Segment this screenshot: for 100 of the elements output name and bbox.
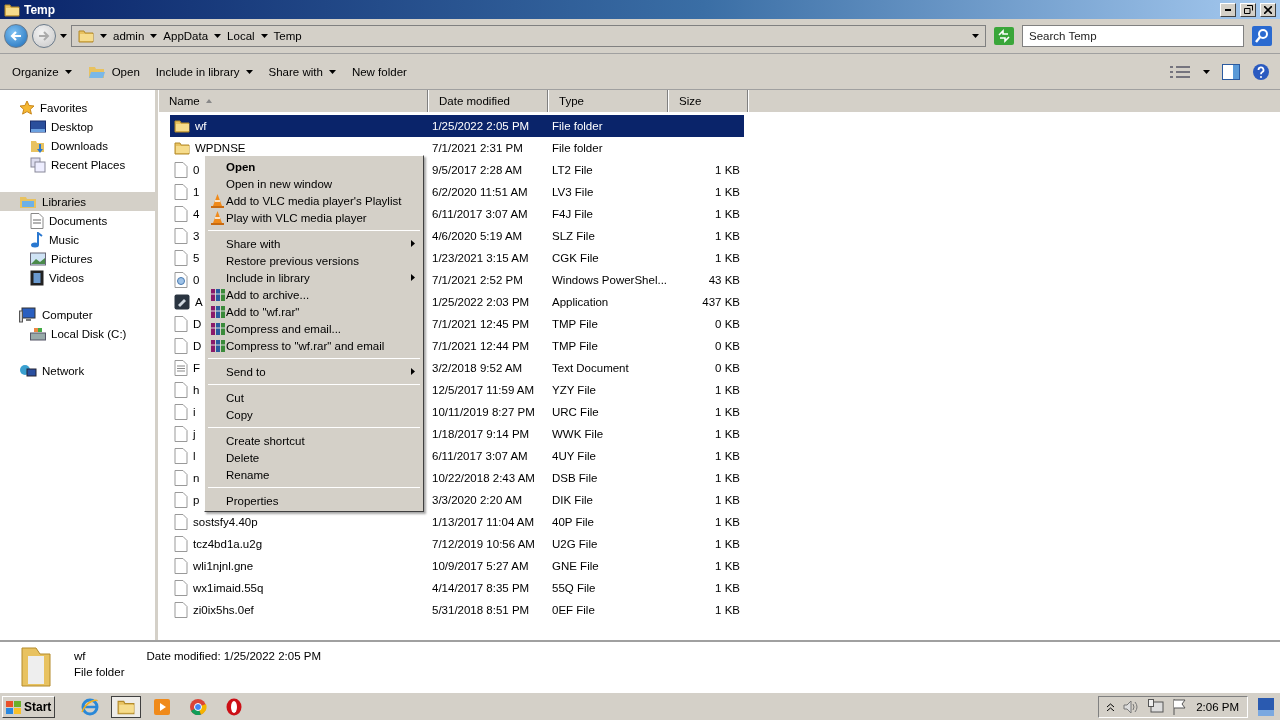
sidebar-item[interactable]: Music — [0, 230, 155, 249]
file-name[interactable]: zi0ix5hs.0ef — [193, 604, 254, 616]
desktop-icon — [30, 119, 46, 134]
sidebar-item[interactable]: Recent Places — [0, 155, 155, 174]
folder-icon — [174, 140, 190, 156]
minimize-button[interactable] — [1220, 2, 1236, 17]
sidebar-item[interactable]: Desktop — [0, 117, 155, 136]
file-name[interactable]: tcz4bd1a.u2g — [193, 538, 263, 550]
toolbar-button[interactable]: Share with — [262, 62, 342, 81]
menu-item[interactable]: Create shortcut — [207, 432, 421, 449]
file-name[interactable]: n — [193, 472, 200, 484]
toolbar-button[interactable]: New folder — [345, 62, 413, 81]
file-name[interactable]: 0 — [193, 164, 200, 176]
column-header[interactable]: Type — [548, 90, 668, 112]
menu-item[interactable]: Delete — [207, 449, 421, 466]
menu-item[interactable]: Compress and email... — [207, 320, 421, 337]
left-arrow-icon — [10, 30, 22, 42]
sidebar-item[interactable]: Documents — [0, 211, 155, 230]
breadcrumb[interactable]: admin — [113, 30, 145, 42]
file-name[interactable]: 3 — [193, 230, 200, 242]
file-icon — [174, 558, 188, 574]
toolbar-button[interactable]: Include in library — [149, 62, 259, 81]
type-cell-text: F4J File — [551, 208, 594, 220]
menu-item[interactable]: Compress to "wf.rar" and email — [207, 337, 421, 354]
file-name[interactable]: p — [193, 494, 200, 506]
network-icon — [1148, 698, 1165, 715]
sidebar-item[interactable]: Local Disk (C:) — [0, 324, 155, 343]
back-button[interactable] — [4, 24, 28, 48]
sidebar-item[interactable]: Pictures — [0, 249, 155, 268]
file-name[interactable]: D — [193, 318, 202, 330]
file-name[interactable]: 4 — [193, 208, 200, 220]
menu-item[interactable]: Add to archive... — [207, 286, 421, 303]
file-name[interactable]: wx1imaid.55q — [193, 582, 264, 594]
sidebar-item[interactable]: Network — [0, 361, 155, 380]
file-name[interactable]: wli1njnl.gne — [193, 560, 254, 572]
menu-item[interactable]: Copy — [207, 406, 421, 423]
sidebar-item[interactable]: Computer — [0, 305, 155, 324]
file-name[interactable]: j — [193, 428, 196, 440]
menu-item[interactable]: Play with VLC media player — [207, 209, 421, 226]
date-cell-text: 7/1/2021 2:31 PM — [431, 142, 524, 154]
file-icon — [174, 228, 188, 244]
close-button[interactable] — [1260, 2, 1276, 17]
type-cell-text: 0EF File — [551, 604, 596, 616]
address-bar[interactable]: admin AppData Local Temp — [71, 25, 986, 47]
file-name[interactable]: A — [195, 296, 203, 308]
file-name[interactable]: l — [193, 450, 196, 462]
file-name[interactable]: wf — [195, 120, 207, 132]
sidebar-item[interactable]: Libraries — [0, 192, 155, 211]
recent-places-icon — [30, 156, 46, 173]
column-header[interactable]: Size — [668, 90, 748, 112]
menu-item[interactable]: Properties — [207, 492, 421, 509]
toolbar-button[interactable]: Open — [81, 60, 146, 83]
taskbar-button[interactable] — [111, 695, 142, 718]
search-field[interactable]: Search Temp — [1022, 25, 1244, 47]
size-cell-text: 1 KB — [714, 252, 741, 264]
film-icon — [30, 269, 44, 286]
file-icon — [174, 316, 188, 332]
menu-item[interactable]: Restore previous versions — [207, 252, 421, 269]
document-icon — [30, 212, 44, 229]
file-name[interactable]: F — [193, 362, 201, 374]
file-name[interactable]: 1 — [193, 186, 200, 198]
submenu-arrow-icon — [411, 368, 415, 375]
menu-item[interactable]: Share with — [207, 235, 421, 252]
file-name[interactable]: D — [193, 340, 202, 352]
breadcrumb[interactable]: Local — [227, 30, 255, 42]
column-header[interactable]: Date modified — [428, 90, 548, 112]
type-cell-text: LV3 File — [551, 186, 595, 198]
sidebar-item[interactable]: Downloads — [0, 136, 155, 155]
file-name[interactable]: 5 — [193, 252, 200, 264]
menu-item[interactable]: Add to "wf.rar" — [207, 303, 421, 320]
file-icon — [174, 162, 188, 178]
file-name[interactable]: sostsfy4.40p — [193, 516, 258, 528]
size-cell-text: 1 KB — [714, 516, 741, 528]
selected-type: File folder — [74, 666, 125, 678]
date-cell-text: 3/3/2020 2:20 AM — [431, 494, 524, 506]
breadcrumb[interactable]: Temp — [273, 30, 302, 42]
forward-button[interactable] — [32, 24, 56, 48]
sidebar-item[interactable]: Videos — [0, 268, 155, 287]
file-name[interactable]: i — [193, 406, 196, 418]
file-name[interactable]: WPDNSE — [195, 142, 246, 154]
start-button[interactable]: Start — [2, 695, 56, 718]
column-header[interactable]: Name — [158, 90, 428, 112]
menu-item[interactable]: Rename — [207, 466, 421, 483]
opera-icon — [225, 697, 244, 716]
restore-button[interactable] — [1240, 2, 1256, 17]
menu-item[interactable]: Cut — [207, 389, 421, 406]
date-cell-text: 1/13/2017 11:04 AM — [431, 516, 536, 528]
menu-item[interactable]: Open — [207, 158, 421, 175]
toolbar-button[interactable]: Organize — [6, 62, 78, 81]
sidebar-item[interactable]: Favorites — [0, 98, 155, 117]
folder-icon — [174, 118, 190, 134]
menu-item[interactable]: Send to — [207, 363, 421, 380]
menu-item[interactable]: Add to VLC media player's Playlist — [207, 192, 421, 209]
menu-item[interactable]: Open in new window — [207, 175, 421, 192]
breadcrumb[interactable]: AppData — [163, 30, 209, 42]
file-name[interactable]: 0 — [193, 274, 200, 286]
type-cell-text: File folder — [551, 142, 604, 154]
file-name[interactable]: h — [193, 384, 200, 396]
menu-item[interactable]: Include in library — [207, 269, 421, 286]
type-cell-text: U2G File — [551, 538, 599, 550]
